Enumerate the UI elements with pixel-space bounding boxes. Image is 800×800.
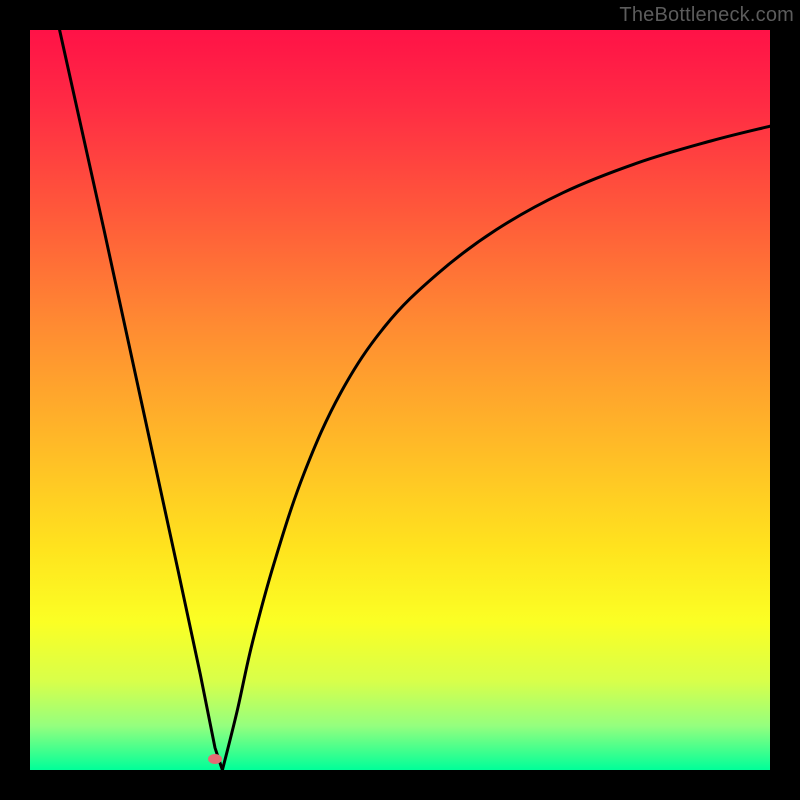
- chart-frame: TheBottleneck.com: [0, 0, 800, 800]
- bottleneck-curve: [30, 30, 770, 770]
- watermark-text: TheBottleneck.com: [619, 4, 794, 27]
- minimum-marker-icon: [208, 754, 222, 764]
- plot-area: [30, 30, 770, 770]
